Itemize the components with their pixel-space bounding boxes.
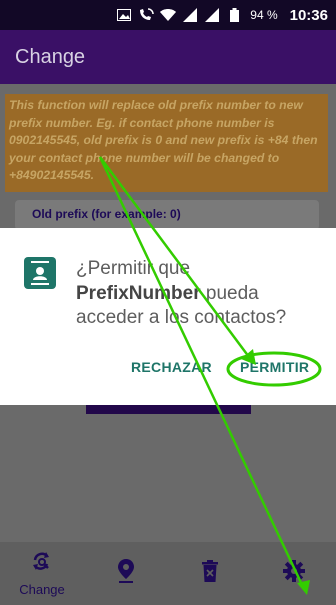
gear-icon	[283, 560, 305, 587]
image-icon	[116, 8, 132, 22]
allow-button[interactable]: PERMITIR	[240, 359, 309, 375]
nav-item-settings[interactable]	[264, 549, 324, 599]
status-bar: 94 % 10:36	[0, 0, 336, 30]
location-pin-icon	[117, 559, 135, 588]
wifi-icon	[160, 8, 177, 22]
trash-icon	[202, 560, 218, 587]
nav-label-change: Change	[19, 581, 65, 597]
message-before: ¿Permitir que	[76, 258, 191, 279]
signal-icon	[204, 8, 220, 22]
app-bar: Change	[0, 30, 336, 84]
permission-message: ¿Permitir que PrefixNumber pueda acceder…	[76, 257, 316, 331]
phone-wifi-icon	[138, 8, 155, 22]
nav-item-location[interactable]	[96, 549, 156, 599]
refresh-search-icon	[31, 551, 53, 578]
app-name: PrefixNumber	[76, 282, 201, 304]
permission-dialog: ¿Permitir que PrefixNumber pueda acceder…	[0, 228, 336, 405]
nav-item-change[interactable]: Change	[12, 549, 72, 599]
instruction-notice: This function will replace old prefix nu…	[5, 94, 328, 192]
page-title: Change	[15, 45, 86, 68]
contacts-icon	[24, 257, 56, 289]
nav-item-delete[interactable]	[180, 549, 240, 599]
clock: 10:36	[289, 6, 328, 24]
bottom-navigation: Change	[0, 542, 336, 605]
deny-button[interactable]: RECHAZAR	[131, 359, 212, 375]
battery-icon	[226, 8, 242, 22]
old-prefix-label: Old prefix (for example: 0)	[32, 207, 181, 221]
old-prefix-field[interactable]: Old prefix (for example: 0)	[15, 200, 319, 230]
battery-percentage: 94 %	[250, 8, 278, 22]
signal-icon	[182, 8, 198, 22]
